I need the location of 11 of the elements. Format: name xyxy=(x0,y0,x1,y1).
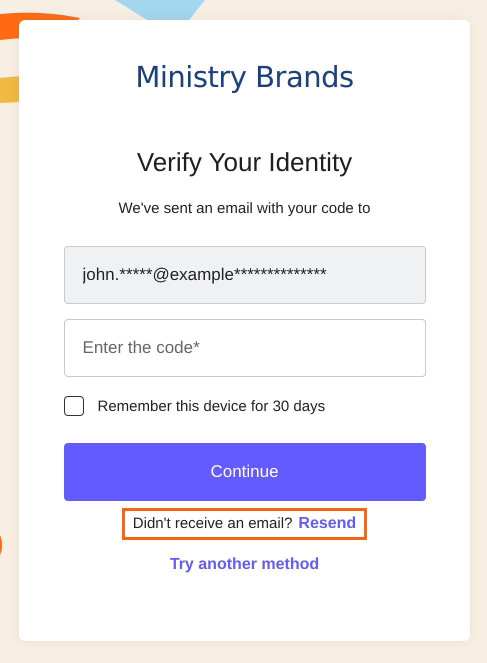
subtitle-text: We've sent an email with your code to xyxy=(118,200,370,217)
page-title: Verify Your Identity xyxy=(136,147,352,178)
band-shape xyxy=(0,76,20,103)
try-another-method-link[interactable]: Try another method xyxy=(170,556,320,574)
resend-link[interactable]: Resend xyxy=(298,515,356,533)
remember-label: Remember this device for 30 days xyxy=(98,398,326,414)
code-field[interactable]: Enter the code* xyxy=(64,319,426,377)
continue-button[interactable]: Continue xyxy=(64,443,426,501)
remember-checkbox[interactable] xyxy=(64,396,84,416)
brand-logo: Ministry Brands xyxy=(135,60,354,94)
resend-prompt-text: Didn't receive an email? xyxy=(132,515,292,533)
